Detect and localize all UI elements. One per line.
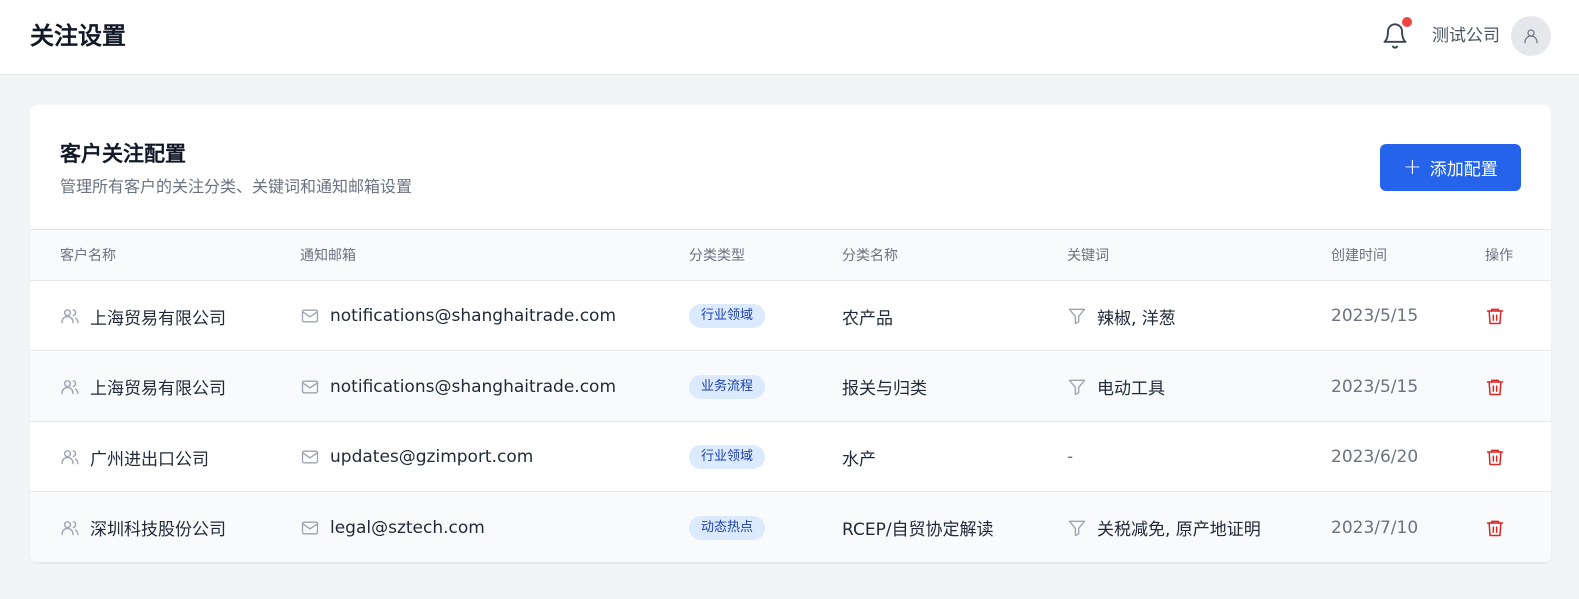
card-subtitle: 管理所有客户的关注分类、关键词和通知邮箱设置 [60,177,413,196]
trash-icon[interactable] [1485,517,1505,539]
created-date: 2023/5/15 [1331,376,1419,397]
created-cell: 2023/5/15 [1331,352,1418,422]
company-name[interactable]: 测试公司 [1432,24,1500,48]
page-title: 关注设置 [30,22,126,50]
column-header-customer: 客户名称 [60,248,116,264]
table-row: 上海贸易有限公司 notifications@shanghaitrade.com… [30,281,1551,351]
customer-cell: 上海贸易有限公司 [60,281,226,351]
add-config-label: 添加配置 [1429,160,1498,180]
plus-icon: + [1403,154,1422,180]
mail-icon [300,518,320,538]
type-cell: 行业领域 [689,281,766,351]
column-header-email: 通知邮箱 [300,248,356,264]
users-icon [60,518,80,538]
trash-icon[interactable] [1485,446,1505,468]
category-name: 农产品 [842,308,893,329]
column-header-keywords: 关键词 [1067,248,1109,264]
category-cell: 报关与归类 [842,352,927,422]
email-address: updates@gzimport.com [330,447,534,467]
type-cell: 业务流程 [689,352,766,422]
type-cell: 动态热点 [689,493,766,563]
keywords-text: - [1067,447,1074,467]
trash-icon[interactable] [1485,305,1505,327]
actions-cell [1485,281,1505,351]
created-date: 2023/7/10 [1331,517,1419,538]
customer-name: 上海贸易有限公司 [90,379,226,399]
customer-name: 上海贸易有限公司 [90,308,226,329]
column-header-category: 分类名称 [842,248,898,264]
actions-cell [1485,493,1505,563]
customer-config-card: 客户关注配置 管理所有客户的关注分类、关键词和通知邮箱设置 + 添加配置 客户名… [30,105,1551,563]
trash-icon[interactable] [1485,376,1505,398]
column-header-created: 创建时间 [1331,248,1387,264]
users-icon [60,377,80,397]
table-row: 广州进出口公司 updates@gzimport.com 行业领域 水产 - 2… [30,422,1551,492]
customer-cell: 上海贸易有限公司 [60,352,226,422]
email-address: notifications@shanghaitrade.com [330,306,617,326]
keywords-text: 辣椒, 洋葱 [1097,308,1176,329]
customer-name: 广州进出口公司 [90,449,209,470]
filter-icon [1067,518,1087,538]
created-cell: 2023/7/10 [1331,493,1418,563]
created-cell: 2023/5/15 [1331,281,1418,351]
filter-icon [1067,306,1087,326]
mail-icon [300,377,320,397]
add-config-button[interactable]: + 添加配置 [1380,144,1521,191]
category-cell: RCEP/自贸协定解读 [842,493,994,563]
keywords-cell: 电动工具 [1067,352,1165,422]
card-title: 客户关注配置 [60,142,186,166]
table-header: 客户名称 通知邮箱 分类类型 分类名称 关键词 创建时间 操作 [30,229,1551,281]
customer-cell: 广州进出口公司 [60,422,209,492]
users-icon [60,306,80,326]
customer-cell: 深圳科技股份公司 [60,493,226,563]
filter-icon [1067,377,1087,397]
user-icon [1524,29,1538,44]
created-date: 2023/6/20 [1331,447,1419,467]
email-cell: notifications@shanghaitrade.com [300,281,616,351]
keywords-cell: - [1067,422,1073,492]
mail-icon [300,447,320,467]
keywords-text: 电动工具 [1097,379,1165,399]
category-type-badge: 动态热点 [689,515,766,540]
column-header-type: 分类类型 [689,248,745,264]
created-cell: 2023/6/20 [1331,422,1418,492]
category-name: RCEP/自贸协定解读 [842,520,994,540]
email-cell: notifications@shanghaitrade.com [300,352,616,422]
email-cell: legal@sztech.com [300,493,485,563]
created-date: 2023/5/15 [1331,306,1419,326]
type-cell: 行业领域 [689,422,766,492]
category-name: 水产 [842,449,876,470]
keywords-cell: 关税减免, 原产地证明 [1067,493,1261,563]
email-address: notifications@shanghaitrade.com [330,376,617,397]
category-type-badge: 业务流程 [689,374,766,399]
category-cell: 农产品 [842,281,893,351]
category-cell: 水产 [842,422,876,492]
keywords-cell: 辣椒, 洋葱 [1067,281,1176,351]
category-type-badge: 行业领域 [689,304,766,328]
actions-cell [1485,422,1505,492]
email-address: legal@sztech.com [330,517,485,538]
category-type-badge: 行业领域 [689,445,766,469]
column-header-actions: 操作 [1485,248,1513,264]
mail-icon [300,306,320,326]
avatar[interactable] [1511,16,1551,56]
table-row: 上海贸易有限公司 notifications@shanghaitrade.com… [30,351,1551,422]
category-name: 报关与归类 [842,379,927,399]
table-row: 深圳科技股份公司 legal@sztech.com 动态热点 RCEP/自贸协定… [30,492,1551,563]
customer-name: 深圳科技股份公司 [90,520,226,540]
notification-dot [1402,17,1412,27]
users-icon [60,447,80,467]
keywords-text: 关税减免, 原产地证明 [1097,520,1261,540]
top-bar: 关注设置 测试公司 [0,0,1579,75]
email-cell: updates@gzimport.com [300,422,533,492]
actions-cell [1485,352,1505,422]
